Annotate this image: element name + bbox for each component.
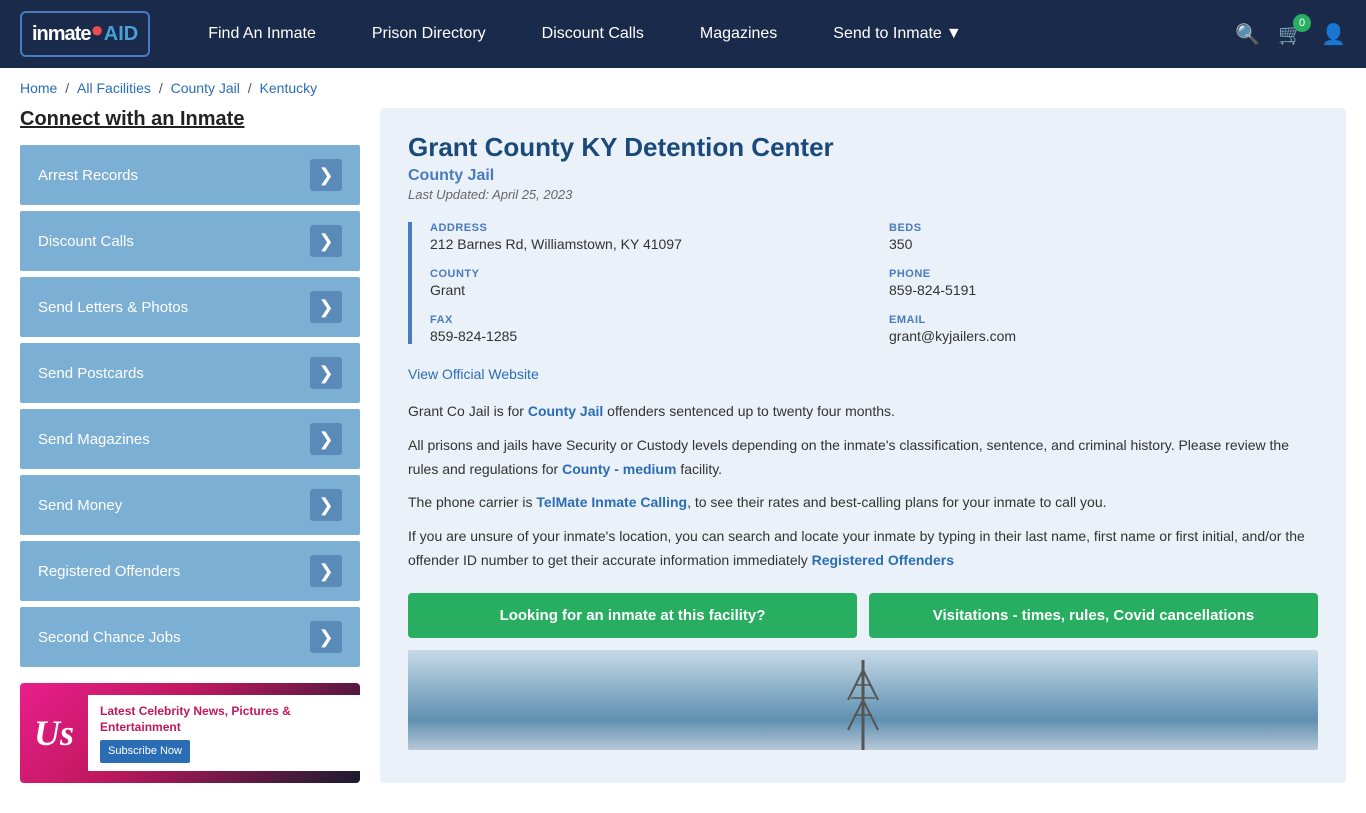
sidebar-ad[interactable]: Us Latest Celebrity News, Pictures & Ent… — [20, 683, 360, 783]
address-field: ADDRESS 212 Barnes Rd, Williamstown, KY … — [430, 222, 859, 252]
main-content: Grant County KY Detention Center County … — [380, 108, 1346, 783]
logo-aid: AID — [104, 23, 138, 46]
dropdown-arrow-icon: ▼ — [946, 25, 962, 43]
facility-subtitle: County Jail — [408, 167, 1318, 185]
navbar: inmate ● AID Find An Inmate Prison Direc… — [0, 0, 1366, 68]
sidebar-item-send-letters[interactable]: Send Letters & Photos ❯ — [20, 277, 360, 337]
facility-last-updated: Last Updated: April 25, 2023 — [408, 187, 1318, 202]
sidebar-item-send-magazines[interactable]: Send Magazines ❯ — [20, 409, 360, 469]
ad-logo: Us — [20, 702, 88, 764]
breadcrumb: Home / All Facilities / County Jail / Ke… — [0, 68, 1366, 108]
info-grid: ADDRESS 212 Barnes Rd, Williamstown, KY … — [408, 222, 1318, 344]
description-3: The phone carrier is TelMate Inmate Call… — [408, 491, 1318, 515]
nav-find-inmate[interactable]: Find An Inmate — [180, 0, 344, 68]
nav-send-to-inmate[interactable]: Send to Inmate ▼ — [805, 0, 989, 68]
address-label: ADDRESS — [430, 222, 859, 234]
county-medium-link[interactable]: County - medium — [562, 461, 676, 477]
nav-icons: 🔍 🛒 0 👤 — [1235, 22, 1346, 47]
county-jail-link-1[interactable]: County Jail — [528, 403, 603, 419]
nav-links: Find An Inmate Prison Directory Discount… — [180, 0, 1235, 68]
ad-headline: Latest Celebrity News, Pictures & Entert… — [100, 703, 348, 737]
sidebar-item-second-chance-jobs[interactable]: Second Chance Jobs ❯ — [20, 607, 360, 667]
description-1: Grant Co Jail is for County Jail offende… — [408, 400, 1318, 424]
user-icon: 👤 — [1321, 22, 1346, 47]
phone-value: 859-824-5191 — [889, 282, 1318, 298]
sidebar-arrow-icon: ❯ — [310, 357, 342, 389]
facility-title: Grant County KY Detention Center — [408, 132, 1318, 163]
find-inmate-button[interactable]: Looking for an inmate at this facility? — [408, 593, 857, 638]
sidebar-item-discount-calls[interactable]: Discount Calls ❯ — [20, 211, 360, 271]
logo-dot: ● — [90, 17, 103, 43]
telmate-link[interactable]: TelMate Inmate Calling — [536, 494, 687, 510]
cart-badge: 0 — [1293, 14, 1311, 32]
nav-prison-directory[interactable]: Prison Directory — [344, 0, 514, 68]
ad-subscribe-button[interactable]: Subscribe Now — [100, 740, 190, 763]
sidebar-item-send-money[interactable]: Send Money ❯ — [20, 475, 360, 535]
address-value: 212 Barnes Rd, Williamstown, KY 41097 — [430, 236, 859, 252]
sidebar-item-arrest-records[interactable]: Arrest Records ❯ — [20, 145, 360, 205]
search-button[interactable]: 🔍 — [1235, 22, 1260, 47]
visitations-button[interactable]: Visitations - times, rules, Covid cancel… — [869, 593, 1318, 638]
facility-image — [408, 650, 1318, 750]
sidebar: Connect with an Inmate Arrest Records ❯ … — [20, 108, 360, 783]
cart-button[interactable]: 🛒 0 — [1278, 22, 1303, 47]
tower-graphic — [843, 660, 883, 750]
fax-value: 859-824-1285 — [430, 328, 859, 344]
breadcrumb-home[interactable]: Home — [20, 80, 57, 96]
sidebar-item-registered-offenders[interactable]: Registered Offenders ❯ — [20, 541, 360, 601]
sidebar-arrow-icon: ❯ — [310, 423, 342, 455]
phone-field: PHONE 859-824-5191 — [889, 268, 1318, 298]
fax-label: FAX — [430, 314, 859, 326]
beds-field: BEDS 350 — [889, 222, 1318, 252]
nav-discount-calls[interactable]: Discount Calls — [514, 0, 672, 68]
ad-text-box: Latest Celebrity News, Pictures & Entert… — [88, 695, 360, 772]
nav-magazines[interactable]: Magazines — [672, 0, 805, 68]
sidebar-arrow-icon: ❯ — [310, 291, 342, 323]
description-4: If you are unsure of your inmate's locat… — [408, 525, 1318, 573]
fax-field: FAX 859-824-1285 — [430, 314, 859, 344]
breadcrumb-all-facilities[interactable]: All Facilities — [77, 80, 151, 96]
beds-value: 350 — [889, 236, 1318, 252]
registered-offenders-link[interactable]: Registered Offenders — [812, 552, 954, 568]
beds-label: BEDS — [889, 222, 1318, 234]
county-field: COUNTY Grant — [430, 268, 859, 298]
description-2: All prisons and jails have Security or C… — [408, 434, 1318, 482]
sidebar-title: Connect with an Inmate — [20, 108, 360, 131]
sidebar-arrow-icon: ❯ — [310, 555, 342, 587]
county-value: Grant — [430, 282, 859, 298]
sidebar-arrow-icon: ❯ — [310, 225, 342, 257]
breadcrumb-kentucky[interactable]: Kentucky — [260, 80, 318, 96]
logo[interactable]: inmate ● AID — [20, 11, 150, 57]
official-website-link[interactable]: View Official Website — [408, 366, 1318, 382]
phone-label: PHONE — [889, 268, 1318, 280]
sidebar-item-send-postcards[interactable]: Send Postcards ❯ — [20, 343, 360, 403]
user-button[interactable]: 👤 — [1321, 22, 1346, 47]
sidebar-arrow-icon: ❯ — [310, 489, 342, 521]
logo-text: inmate — [32, 23, 90, 46]
action-buttons: Looking for an inmate at this facility? … — [408, 593, 1318, 638]
email-label: EMAIL — [889, 314, 1318, 326]
email-value: grant@kyjailers.com — [889, 328, 1318, 344]
email-field: EMAIL grant@kyjailers.com — [889, 314, 1318, 344]
breadcrumb-county-jail[interactable]: County Jail — [171, 80, 240, 96]
sidebar-arrow-icon: ❯ — [310, 159, 342, 191]
county-label: COUNTY — [430, 268, 859, 280]
sidebar-arrow-icon: ❯ — [310, 621, 342, 653]
search-icon: 🔍 — [1235, 22, 1260, 47]
main-container: Connect with an Inmate Arrest Records ❯ … — [0, 108, 1366, 813]
